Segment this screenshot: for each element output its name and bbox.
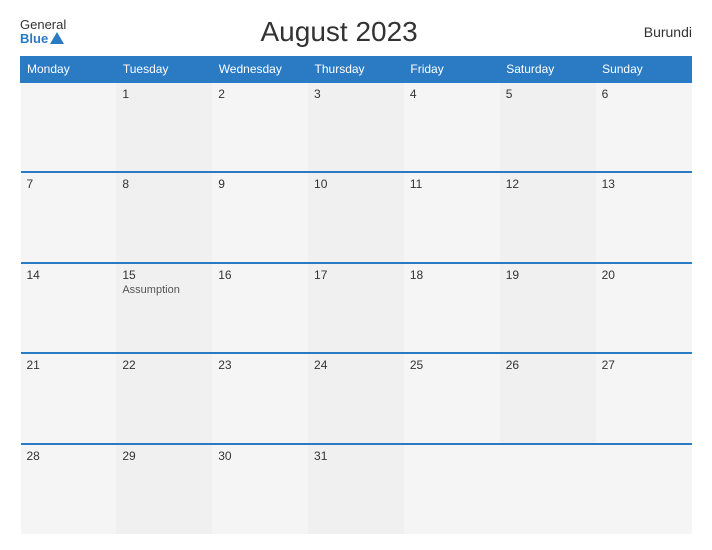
calendar-page: General Blue August 2023 Burundi Monday …	[0, 0, 712, 550]
day-cell: 14	[21, 263, 117, 353]
day-number: 13	[602, 177, 686, 191]
calendar-title: August 2023	[66, 16, 612, 48]
day-number: 25	[410, 358, 494, 372]
day-number: 26	[506, 358, 590, 372]
day-number: 5	[506, 87, 590, 101]
day-cell: 24	[308, 353, 404, 443]
day-cell: 10	[308, 172, 404, 262]
day-cell	[500, 444, 596, 534]
day-cell	[404, 444, 500, 534]
day-number: 31	[314, 449, 398, 463]
day-cell: 27	[596, 353, 692, 443]
header-saturday: Saturday	[500, 57, 596, 83]
day-number: 29	[122, 449, 206, 463]
day-cell: 1	[116, 82, 212, 172]
day-number: 2	[218, 87, 302, 101]
logo-triangle-icon	[50, 32, 64, 44]
day-cell: 20	[596, 263, 692, 353]
day-cell: 12	[500, 172, 596, 262]
day-number: 12	[506, 177, 590, 191]
day-cell: 25	[404, 353, 500, 443]
week-row-2: 789 10 11 12 13	[21, 172, 692, 262]
day-number: 10	[314, 177, 398, 191]
day-number: 3	[314, 87, 398, 101]
header-tuesday: Tuesday	[116, 57, 212, 83]
day-cell: 16	[212, 263, 308, 353]
calendar-table: Monday Tuesday Wednesday Thursday Friday…	[20, 56, 692, 534]
week-row-1: 123456	[21, 82, 692, 172]
header-friday: Friday	[404, 57, 500, 83]
day-number: 22	[122, 358, 206, 372]
day-cell: 19	[500, 263, 596, 353]
day-number: 30	[218, 449, 302, 463]
week-row-4: 21 22 23 24 25 26 27	[21, 353, 692, 443]
day-cell: 23	[212, 353, 308, 443]
header-thursday: Thursday	[308, 57, 404, 83]
day-number: 7	[27, 177, 111, 191]
day-cell: 30	[212, 444, 308, 534]
day-cell: 6	[596, 82, 692, 172]
day-number: 18	[410, 268, 494, 282]
day-cell: 21	[21, 353, 117, 443]
day-number: 9	[218, 177, 302, 191]
header-wednesday: Wednesday	[212, 57, 308, 83]
day-number: 16	[218, 268, 302, 282]
weekday-header-row: Monday Tuesday Wednesday Thursday Friday…	[21, 57, 692, 83]
day-cell: 13	[596, 172, 692, 262]
country-label: Burundi	[612, 24, 692, 40]
day-number: 21	[27, 358, 111, 372]
day-number: 4	[410, 87, 494, 101]
calendar-header: General Blue August 2023 Burundi	[20, 16, 692, 48]
day-number: 27	[602, 358, 686, 372]
day-event: Assumption	[122, 284, 206, 296]
day-number: 28	[27, 449, 111, 463]
logo: General Blue	[20, 18, 66, 47]
week-row-3: 14 15 Assumption 16 17 18 19 20	[21, 263, 692, 353]
week-row-5: 28 29 30 31	[21, 444, 692, 534]
day-cell: 15 Assumption	[116, 263, 212, 353]
day-cell: 5	[500, 82, 596, 172]
header-monday: Monday	[21, 57, 117, 83]
header-sunday: Sunday	[596, 57, 692, 83]
day-cell: 26	[500, 353, 596, 443]
day-number: 19	[506, 268, 590, 282]
day-number: 6	[602, 87, 686, 101]
day-cell: 8	[116, 172, 212, 262]
day-cell: 7	[21, 172, 117, 262]
day-number: 11	[410, 177, 494, 191]
day-number: 20	[602, 268, 686, 282]
day-cell: 29	[116, 444, 212, 534]
day-number: 17	[314, 268, 398, 282]
day-cell: 2	[212, 82, 308, 172]
day-cell: 3	[308, 82, 404, 172]
day-cell: 18	[404, 263, 500, 353]
day-cell: 17	[308, 263, 404, 353]
day-cell: 31	[308, 444, 404, 534]
logo-blue-text: Blue	[20, 32, 48, 46]
day-cell	[596, 444, 692, 534]
logo-general-text: General	[20, 18, 66, 32]
day-cell: 9	[212, 172, 308, 262]
day-cell	[21, 82, 117, 172]
day-cell: 11	[404, 172, 500, 262]
day-cell: 4	[404, 82, 500, 172]
day-number: 15	[122, 268, 206, 282]
day-cell: 22	[116, 353, 212, 443]
day-number: 23	[218, 358, 302, 372]
day-number: 24	[314, 358, 398, 372]
day-number: 1	[122, 87, 206, 101]
day-number: 14	[27, 268, 111, 282]
day-number: 8	[122, 177, 206, 191]
day-cell: 28	[21, 444, 117, 534]
